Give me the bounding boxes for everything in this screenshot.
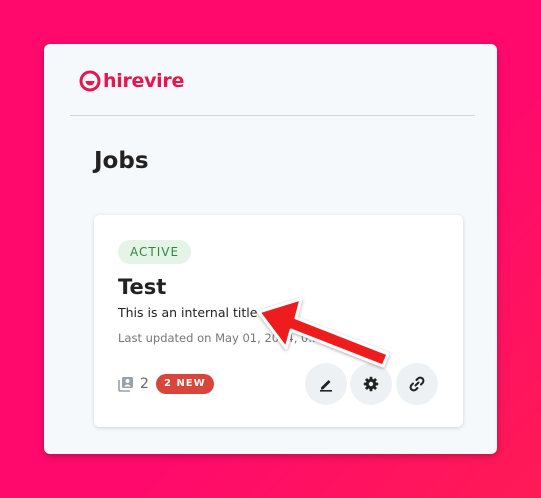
page-title: Jobs xyxy=(94,148,149,174)
candidates-icon xyxy=(118,377,133,392)
edit-button[interactable] xyxy=(305,363,347,405)
edit-icon xyxy=(320,380,332,392)
last-updated-text: Last updated on May 01, 2024, 0... xyxy=(118,331,320,345)
job-title[interactable]: Test xyxy=(118,275,166,299)
hirevire-logo-icon xyxy=(79,70,101,92)
job-card[interactable]: ACTIVE Test This is an internal title La… xyxy=(94,215,463,427)
candidate-count-value: 2 xyxy=(140,376,149,392)
brand-name: hirevire xyxy=(103,70,185,92)
brand-logo[interactable]: hirevire xyxy=(79,69,184,93)
link-icon xyxy=(409,376,425,392)
settings-button[interactable] xyxy=(350,363,392,405)
new-candidates-badge[interactable]: 2 NEW xyxy=(156,374,214,394)
header-divider xyxy=(70,115,475,116)
job-internal-title: This is an internal title xyxy=(118,305,258,320)
share-link-button[interactable] xyxy=(396,363,438,405)
gear-icon xyxy=(363,376,379,392)
jobs-panel: hirevire Jobs ACTIVE Test This is an int… xyxy=(44,44,497,454)
status-badge: ACTIVE xyxy=(118,240,192,264)
candidates-count[interactable]: 2 xyxy=(118,375,149,393)
